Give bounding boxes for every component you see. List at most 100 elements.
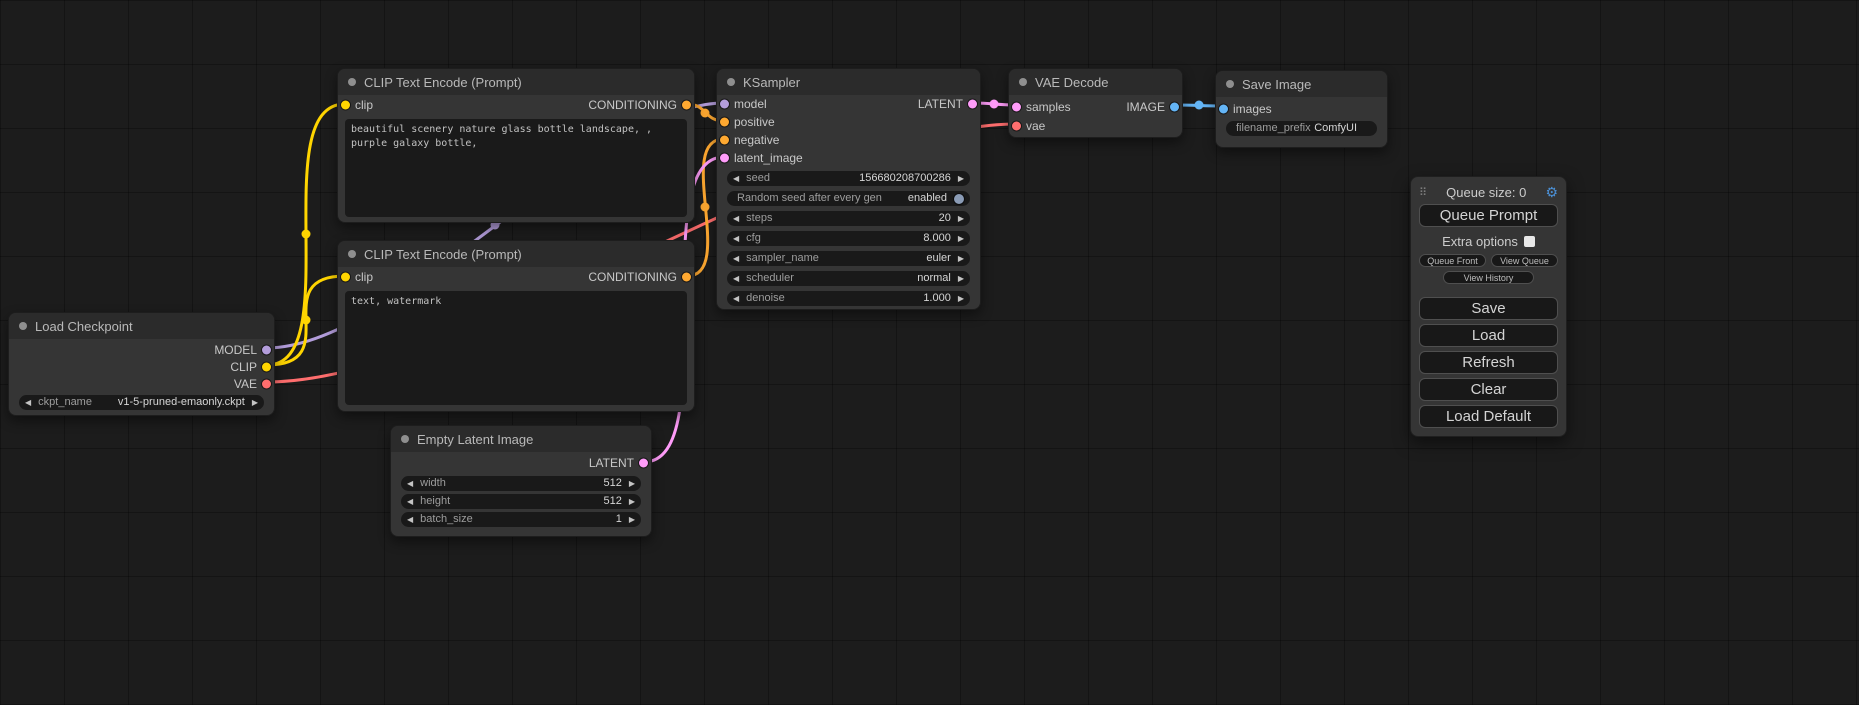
save-button[interactable]: Save [1419,297,1558,320]
node-ksampler[interactable]: KSampler model LATENT positive negative … [716,68,981,310]
queue-front-button[interactable]: Queue Front [1419,254,1486,267]
ckpt-name-widget[interactable]: ◀ ckpt_name v1-5-pruned-emaonly.ckpt ▶ [19,395,264,410]
clip-input-port[interactable] [341,101,350,110]
vae-input-port[interactable] [1012,121,1021,130]
widget-label: sampler_name [746,253,819,264]
node-graph-canvas[interactable]: Load Checkpoint MODEL CLIP VAE ◀ ckpt_na… [0,0,1859,705]
decrement-arrow-icon[interactable]: ◀ [407,480,413,488]
next-value-arrow-icon[interactable]: ▶ [252,399,258,407]
view-history-button[interactable]: View History [1443,271,1535,284]
node-clip-text-encode-negative[interactable]: CLIP Text Encode (Prompt) clip CONDITION… [337,240,695,412]
node-title-bar[interactable]: Save Image [1216,71,1387,97]
increment-arrow-icon[interactable]: ▶ [958,295,964,303]
node-title-bar[interactable]: Empty Latent Image [391,426,651,452]
model-output-port[interactable] [262,345,271,354]
node-vae-decode[interactable]: VAE Decode samples IMAGE vae [1008,68,1183,138]
seed-widget[interactable]: ◀ seed 156680208700286 ▶ [727,171,970,186]
height-widget[interactable]: ◀ height 512 ▶ [401,494,641,509]
cfg-widget[interactable]: ◀ cfg 8.000 ▶ [727,231,970,246]
decrement-arrow-icon[interactable]: ◀ [407,516,413,524]
clip-input-port[interactable] [341,273,350,282]
conditioning-output-port[interactable] [682,101,691,110]
decrement-arrow-icon[interactable]: ◀ [733,235,739,243]
increment-arrow-icon[interactable]: ▶ [958,255,964,263]
toggle-dot-icon[interactable] [954,194,964,204]
node-title-bar[interactable]: VAE Decode [1009,69,1182,95]
collapse-toggle-icon[interactable] [1019,78,1027,86]
decrement-arrow-icon[interactable]: ◀ [733,255,739,263]
decrement-arrow-icon[interactable]: ◀ [733,175,739,183]
steps-widget[interactable]: ◀ steps 20 ▶ [727,211,970,226]
increment-arrow-icon[interactable]: ▶ [958,215,964,223]
collapse-toggle-icon[interactable] [401,435,409,443]
output-label-conditioning: CONDITIONING [588,270,677,284]
increment-arrow-icon[interactable]: ▶ [958,275,964,283]
node-title-text: Save Image [1242,77,1311,92]
queue-prompt-button[interactable]: Queue Prompt [1419,204,1558,227]
scheduler-widget[interactable]: ◀ scheduler normal ▶ [727,271,970,286]
node-title-bar[interactable]: CLIP Text Encode (Prompt) [338,241,694,267]
node-save-image[interactable]: Save Image images filename_prefix ComfyU… [1215,70,1388,148]
image-output-port[interactable] [1170,102,1179,111]
increment-arrow-icon[interactable]: ▶ [629,516,635,524]
decrement-arrow-icon[interactable]: ◀ [733,275,739,283]
output-slot-row-model: MODEL [9,341,274,358]
model-input-port[interactable] [720,100,729,109]
input-label-vae: vae [1026,119,1045,133]
collapse-toggle-icon[interactable] [348,78,356,86]
increment-arrow-icon[interactable]: ▶ [958,175,964,183]
filename-prefix-widget[interactable]: filename_prefix ComfyUI [1226,121,1377,136]
drag-handle-icon[interactable]: ⠿ [1419,186,1427,199]
increment-arrow-icon[interactable]: ▶ [958,235,964,243]
sampler-name-widget[interactable]: ◀ sampler_name euler ▶ [727,251,970,266]
node-title-bar[interactable]: Load Checkpoint [9,313,274,339]
collapse-toggle-icon[interactable] [348,250,356,258]
load-button[interactable]: Load [1419,324,1558,347]
width-widget[interactable]: ◀ width 512 ▶ [401,476,641,491]
node-load-checkpoint[interactable]: Load Checkpoint MODEL CLIP VAE ◀ ckpt_na… [8,312,275,416]
prompt-textarea[interactable]: text, watermark [345,291,687,405]
denoise-widget[interactable]: ◀ denoise 1.000 ▶ [727,291,970,306]
collapse-toggle-icon[interactable] [727,78,735,86]
collapse-toggle-icon[interactable] [1226,80,1234,88]
decrement-arrow-icon[interactable]: ◀ [733,215,739,223]
node-title-bar[interactable]: KSampler [717,69,980,95]
output-slot-row-vae: VAE [9,375,274,392]
widget-label: cfg [746,233,761,244]
images-input-port[interactable] [1219,104,1228,113]
node-empty-latent-image[interactable]: Empty Latent Image LATENT ◀ width 512 ▶ … [390,425,652,537]
increment-arrow-icon[interactable]: ▶ [629,480,635,488]
latent-image-input-port[interactable] [720,154,729,163]
conditioning-output-port[interactable] [682,273,691,282]
prompt-textarea[interactable]: beautiful scenery nature glass bottle la… [345,119,687,217]
refresh-button[interactable]: Refresh [1419,351,1558,374]
output-slot-row-clip: CLIP [9,358,274,375]
samples-input-port[interactable] [1012,102,1021,111]
extra-options-checkbox[interactable] [1524,236,1535,247]
latent-output-port[interactable] [639,459,648,468]
extra-options-row: Extra options [1419,234,1558,249]
widget-value: 156680208700286 [859,173,951,184]
random-seed-toggle-widget[interactable]: Random seed after every gen enabled [727,191,970,206]
collapse-toggle-icon[interactable] [19,322,27,330]
wire-dot-clip-negative [302,316,311,325]
batch-size-widget[interactable]: ◀ batch_size 1 ▶ [401,512,641,527]
input-slot-row-vae: vae [1009,116,1182,135]
latent-output-port[interactable] [968,100,977,109]
settings-gear-icon[interactable]: ⚙ [1545,184,1558,201]
vae-output-port[interactable] [262,379,271,388]
negative-input-port[interactable] [720,136,729,145]
clear-button[interactable]: Clear [1419,378,1558,401]
widget-value: 1 [616,514,622,525]
clip-output-port[interactable] [262,362,271,371]
load-default-button[interactable]: Load Default [1419,405,1558,428]
increment-arrow-icon[interactable]: ▶ [629,498,635,506]
positive-input-port[interactable] [720,118,729,127]
extra-options-label: Extra options [1442,234,1518,249]
prev-value-arrow-icon[interactable]: ◀ [25,399,31,407]
decrement-arrow-icon[interactable]: ◀ [733,295,739,303]
view-queue-button[interactable]: View Queue [1491,254,1558,267]
decrement-arrow-icon[interactable]: ◀ [407,498,413,506]
node-title-bar[interactable]: CLIP Text Encode (Prompt) [338,69,694,95]
node-clip-text-encode-positive[interactable]: CLIP Text Encode (Prompt) clip CONDITION… [337,68,695,223]
